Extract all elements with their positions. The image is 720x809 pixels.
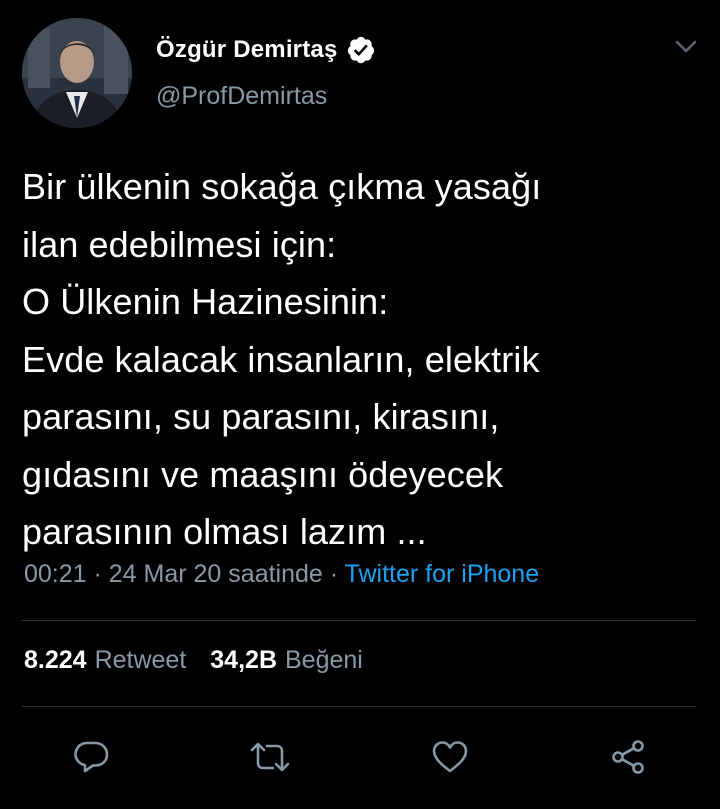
tweet-stats: 8.224 Retweet 34,2B Beğeni (24, 646, 363, 675)
divider (22, 706, 696, 707)
like-button[interactable] (428, 735, 472, 779)
tweet-text-line: O Ülkenin Hazinesinin: (22, 281, 389, 322)
tweet-text: Bir ülkenin sokağa çıkma yasağı ilan ede… (22, 158, 702, 561)
timestamp: 00:21 · 24 Mar 20 saatinde · (24, 560, 345, 588)
likes-stat[interactable]: 34,2B Beğeni (210, 646, 363, 675)
divider (22, 620, 696, 621)
display-name[interactable]: Özgür Demirtaş (156, 36, 338, 64)
source-link[interactable]: Twitter for iPhone (345, 560, 540, 588)
retweet-icon (250, 742, 290, 772)
action-bar (0, 735, 720, 779)
author-row: Özgür Demirtaş (156, 30, 376, 70)
share-button[interactable] (606, 735, 650, 779)
tweet-detail: Özgür Demirtaş @ProfDemirtas Bir ülkenin… (0, 0, 720, 809)
verified-badge-icon (346, 35, 376, 65)
retweets-count: 8.224 (24, 646, 87, 674)
tweet-text-line: gıdasını ve maaşını ödeyecek (22, 453, 504, 495)
tweet-text-line: ilan edebilmesi için: (22, 223, 337, 265)
likes-count: 34,2B (210, 646, 277, 674)
author-handle[interactable]: @ProfDemirtas (156, 82, 327, 111)
reply-button[interactable] (69, 735, 113, 779)
share-icon (612, 740, 644, 774)
avatar[interactable] (22, 18, 132, 128)
tweet-text-line: parasının olması lazım ... (22, 511, 427, 552)
retweet-button[interactable] (248, 735, 292, 779)
likes-label: Beğeni (285, 646, 363, 674)
tweet-text-line: Bir ülkenin sokağa çıkma yasağı (22, 166, 542, 207)
tweet-menu-button[interactable] (672, 36, 700, 58)
retweets-label: Retweet (94, 646, 187, 674)
heart-icon (432, 741, 468, 773)
tweet-text-line: parasını, su parasını, kirasını, (22, 396, 500, 437)
tweet-meta: 00:21 · 24 Mar 20 saatinde · Twitter for… (24, 560, 539, 589)
chevron-down-icon (675, 40, 697, 53)
retweets-stat[interactable]: 8.224 Retweet (24, 646, 186, 675)
reply-icon (74, 741, 109, 773)
tweet-text-line: Evde kalacak insanların, elektrik (22, 338, 540, 380)
avatar-image (22, 18, 132, 128)
